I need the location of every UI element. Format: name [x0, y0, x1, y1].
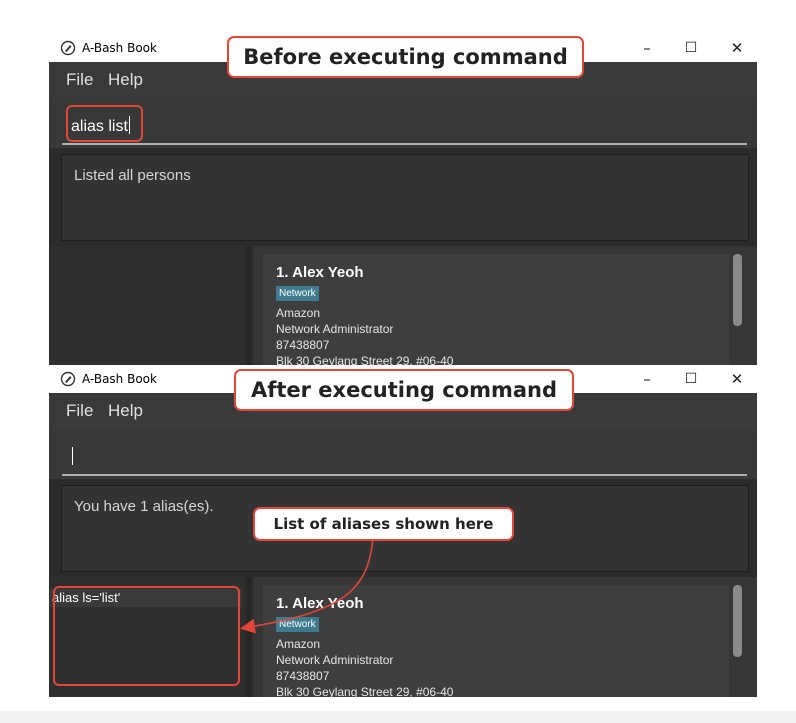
- before-callout: Before executing command: [227, 36, 584, 78]
- aliases-callout: List of aliases shown here: [253, 507, 514, 541]
- after-callout: After executing command: [234, 369, 574, 411]
- callout-arrow: [240, 537, 374, 634]
